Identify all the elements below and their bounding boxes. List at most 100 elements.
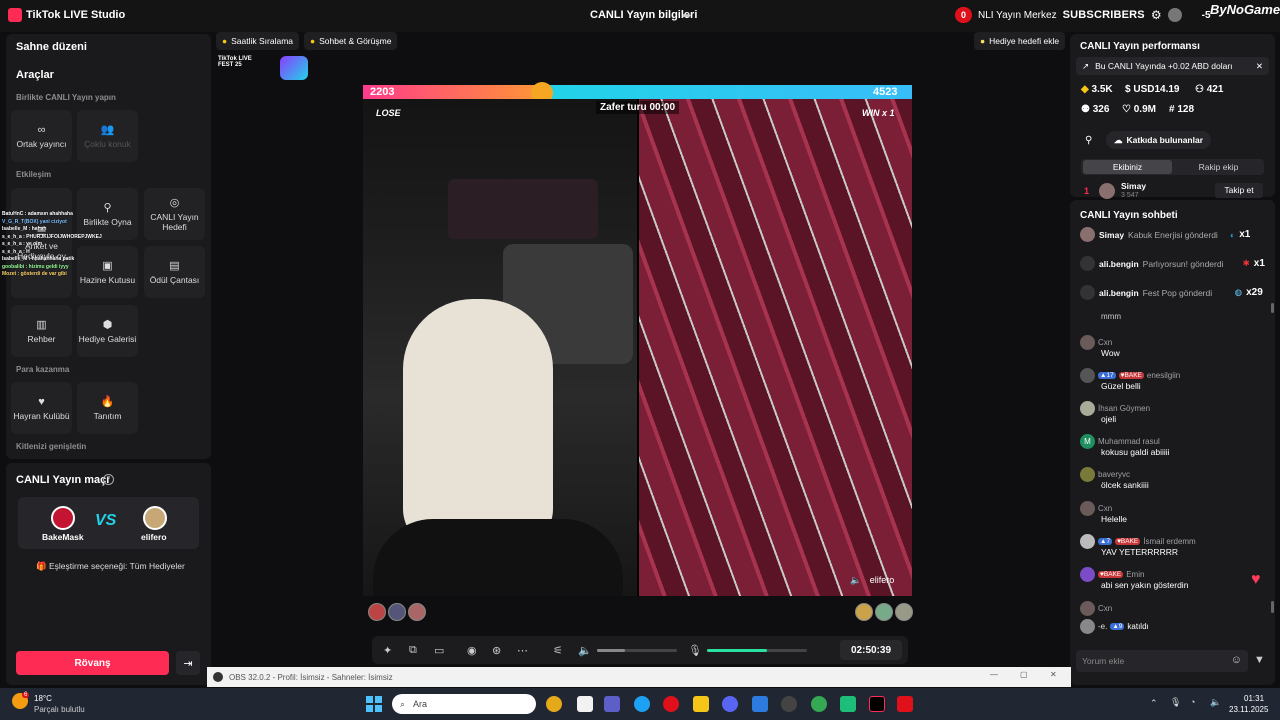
close-window-icon[interactable]: ✕	[1050, 670, 1057, 679]
equalizer-icon[interactable]: ⚟	[553, 644, 563, 657]
chat-user: Muhammad rasul	[1098, 437, 1160, 446]
screen-add-icon[interactable]: ⧉	[409, 644, 417, 657]
obs-window-bar[interactable]: OBS 32.0.2 - Profil: İsimsiz - Sahneler:…	[207, 667, 1071, 687]
volume-slider[interactable]	[597, 649, 677, 652]
network-icon[interactable]: ◔	[1190, 697, 1195, 707]
exit-match-icon[interactable]: ⇥	[176, 651, 200, 675]
supporter-avatar[interactable]	[855, 603, 873, 621]
more-icon[interactable]: ⋯	[517, 644, 528, 657]
contributors-button[interactable]: ☁ Katkıda bulunanlar	[1106, 131, 1212, 149]
live-goal-button[interactable]: ◎ CANLI Yayın Hedefi	[144, 188, 205, 240]
tiktok-taskbar-icon[interactable]	[869, 696, 885, 712]
supporter-avatar[interactable]	[408, 603, 426, 621]
dollar-icon: $	[1125, 84, 1131, 95]
clock-time[interactable]: 01:31	[1244, 694, 1264, 703]
live-center-link[interactable]: NLI Yayın Merkez	[978, 10, 1057, 21]
taskbar-search[interactable]: ⌕ Ara	[392, 694, 536, 714]
teams-icon[interactable]	[604, 696, 620, 712]
person-icon[interactable]: ⚲	[1085, 135, 1092, 146]
layout-icon[interactable]: ▭	[434, 644, 444, 657]
capture-taskbar-icon[interactable]	[897, 696, 913, 712]
help-icon[interactable]: ?	[103, 474, 114, 485]
emoji-icon[interactable]: ☺	[1231, 654, 1242, 666]
mic-level-bar[interactable]	[707, 649, 807, 652]
host-video	[363, 99, 637, 596]
folder-icon[interactable]	[693, 696, 709, 712]
chrome-icon[interactable]	[546, 696, 562, 712]
supporter-avatar[interactable]	[875, 603, 893, 621]
chevron-up-icon[interactable]: ⌃	[1150, 698, 1158, 709]
stream-timer: 02:50:39	[840, 640, 902, 660]
supporter-avatar[interactable]	[895, 603, 913, 621]
clock-date[interactable]: 23.11.2025	[1229, 705, 1268, 714]
cloud-icon: ☁	[1114, 134, 1123, 145]
flame-icon: 🔥	[100, 396, 115, 408]
scene-layout-title[interactable]: Sahne düzeni	[16, 41, 87, 53]
supporter-avatar[interactable]	[368, 603, 386, 621]
promo-button[interactable]: 🔥 Tanıtım	[77, 382, 138, 434]
match-title: CANLI Yayın maçı	[16, 474, 110, 486]
speaker-tray-icon[interactable]: 🔈	[1210, 697, 1221, 708]
overlay-line: s_e_h_a : ye olm	[2, 241, 43, 247]
close-icon[interactable]: ✕	[1256, 61, 1263, 72]
app-title: TikTok LIVE Studio	[26, 9, 126, 21]
mail-icon[interactable]	[752, 696, 768, 712]
comment-input[interactable]: Yorum ekle ☺	[1076, 650, 1248, 672]
rematch-button[interactable]: Rövanş	[16, 651, 169, 675]
chat-scrollbar[interactable]	[1271, 601, 1274, 613]
opponent-tag[interactable]: 🔈 elifero	[850, 575, 894, 586]
contributors-label: Katkıda bulunanlar	[1126, 135, 1204, 145]
link-icon: ∞	[37, 123, 46, 136]
gift-icon: ◐	[1230, 229, 1236, 240]
guide-button[interactable]: ▥ Rehber	[11, 305, 72, 357]
magic-wand-icon[interactable]: ✦	[383, 644, 392, 657]
avatar	[1080, 467, 1095, 482]
shares-value: 128	[1177, 104, 1195, 115]
tab-team[interactable]: Ekibiniz	[1083, 160, 1172, 174]
hourly-ranking-pill[interactable]: ● Saatlik Sıralama	[216, 32, 300, 50]
gift-gallery-button[interactable]: ⬢ Hediye Galerisi	[77, 305, 138, 357]
tab-opponent[interactable]: Rakip ekip	[1175, 160, 1262, 174]
obs-taskbar-icon[interactable]	[781, 696, 797, 712]
weather-temp: 18°C	[34, 694, 52, 703]
together-label: Birlikte CANLI Yayın yapın	[16, 93, 116, 102]
avatar[interactable]	[1167, 8, 1182, 22]
fan-club-button[interactable]: ♥ Hayran Kulübü	[11, 382, 72, 434]
record-icon[interactable]: ◉	[467, 644, 477, 657]
volume-icon[interactable]: 🔈	[578, 644, 592, 657]
maximize-icon[interactable]: ▢	[1020, 670, 1028, 679]
diamond-value: 3.5K	[1091, 84, 1113, 95]
filter-icon[interactable]: ▼	[1254, 654, 1265, 666]
follow-button[interactable]: Takip et	[1215, 183, 1263, 198]
notification-badge[interactable]: 0	[955, 7, 973, 23]
chat-call-pill[interactable]: ● Sohbet & Görüşme	[304, 32, 398, 50]
discord-icon[interactable]	[722, 696, 738, 712]
monetize-label: Para kazanma	[16, 365, 70, 374]
co-host-button[interactable]: ∞ Ortak yayıncı	[11, 110, 72, 162]
supporter-avatar[interactable]	[388, 603, 406, 621]
edge-icon[interactable]	[634, 696, 650, 712]
followers-value: 326	[1092, 104, 1110, 115]
multi-guest-button[interactable]: 👥 Çoklu konuk	[77, 110, 138, 162]
match-option[interactable]: 🎁 Eşleştirme seçeneği: Tüm Hediyeler	[36, 561, 185, 572]
mascot-icon	[280, 56, 308, 80]
share-icon[interactable]: ➦	[682, 9, 691, 22]
minimize-icon[interactable]: —	[990, 670, 998, 679]
windows-start-icon[interactable]	[366, 696, 382, 712]
usd-stat: $ USD14.19	[1125, 84, 1179, 95]
reward-bag-button[interactable]: ▤ Ödül Çantası	[144, 246, 205, 298]
mic-icon[interactable]: 🎙	[688, 644, 702, 657]
gift-goal-pill[interactable]: ● Hediye hedefi ekle	[974, 32, 1066, 50]
chrome-alt-icon[interactable]	[811, 696, 827, 712]
app2-icon[interactable]	[840, 696, 856, 712]
app-icon[interactable]	[577, 696, 593, 712]
avatar	[1080, 227, 1095, 242]
chat-message: M Muhammad rasul kokusu galdi abiiiii	[1080, 434, 1260, 457]
mic-tray-icon[interactable]: 🎙	[1170, 697, 1181, 708]
opera-icon[interactable]	[663, 696, 679, 712]
avatar: M	[1080, 434, 1095, 449]
match-option-label: Eşleştirme seçeneği: Tüm Hediyeler	[48, 561, 185, 571]
effects-icon[interactable]: ⊛	[492, 644, 501, 657]
gift-scrollbar[interactable]	[1271, 303, 1274, 313]
settings-icon[interactable]: ⚙	[1151, 8, 1162, 22]
